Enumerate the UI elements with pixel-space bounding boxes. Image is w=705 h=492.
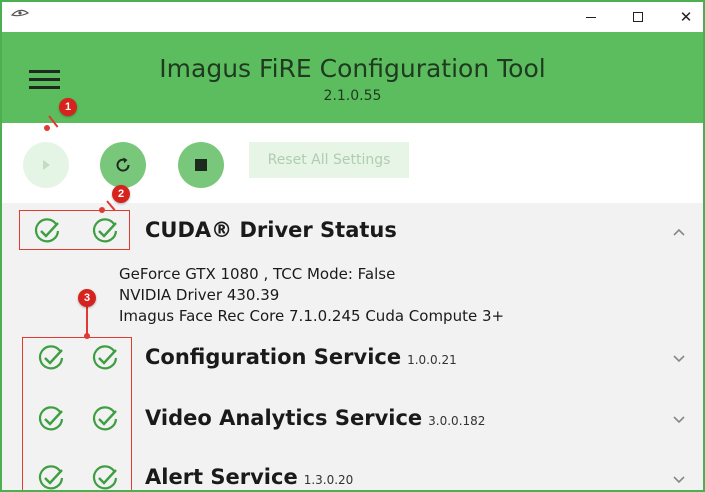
maximize-icon: [633, 12, 643, 22]
chevron-down-icon[interactable]: [672, 353, 686, 363]
section-title: Video Analytics Service 3.0.0.182: [145, 406, 486, 430]
app-version: 2.1.0.55: [323, 88, 382, 104]
section-version: 3.0.0.182: [428, 414, 486, 428]
section-version: 1.3.0.20: [303, 473, 354, 487]
close-icon: ✕: [679, 9, 693, 26]
annotation-box-3: [22, 337, 132, 490]
start-button[interactable]: [23, 142, 69, 188]
cuda-details: GeForce GTX 1080 , TCC Mode: False NVIDI…: [119, 264, 504, 327]
annotation-badge-3: 3: [78, 289, 96, 307]
annotation-badge-2: 2: [112, 185, 130, 203]
section-title: CUDA® Driver Status: [145, 218, 397, 242]
annotation-dot-3: [84, 333, 90, 339]
app-title: Imagus FiRE Configuration Tool: [159, 54, 546, 83]
toolbar: Reset All Settings: [2, 123, 703, 203]
minimize-icon: [586, 16, 596, 18]
stop-icon: [195, 159, 207, 171]
section-title: Alert Service 1.3.0.20: [145, 465, 354, 489]
app-eye-icon: [10, 9, 30, 17]
annotation-dot-2: [99, 207, 105, 213]
reset-all-settings-button[interactable]: Reset All Settings: [249, 142, 409, 178]
section-version: 1.0.0.21: [407, 353, 457, 367]
annotation-badge-1: 1: [59, 98, 77, 116]
minimize-button[interactable]: [567, 2, 615, 32]
restart-icon: [116, 157, 130, 172]
annotation-dot-1: [44, 125, 50, 131]
chevron-up-icon[interactable]: [672, 227, 686, 237]
close-button[interactable]: ✕: [662, 2, 703, 32]
gpu-info: GeForce GTX 1080 , TCC Mode: False: [119, 265, 396, 283]
title-bar: ✕: [2, 2, 703, 32]
maximize-button[interactable]: [614, 2, 662, 32]
annotation-box-2: [19, 210, 130, 250]
chevron-down-icon[interactable]: [672, 414, 686, 424]
stop-button[interactable]: [178, 142, 224, 188]
chevron-down-icon[interactable]: [672, 474, 686, 484]
restart-button[interactable]: [100, 142, 146, 188]
play-icon: [43, 160, 50, 170]
app-window: ✕ Imagus FiRE Configuration Tool 2.1.0.5…: [0, 0, 705, 492]
app-header: Imagus FiRE Configuration Tool 2.1.0.55: [2, 32, 703, 123]
core-info: Imagus Face Rec Core 7.1.0.245 Cuda Comp…: [119, 307, 505, 325]
driver-info: NVIDIA Driver 430.39: [119, 286, 280, 304]
section-title: Configuration Service 1.0.0.21: [145, 345, 457, 369]
